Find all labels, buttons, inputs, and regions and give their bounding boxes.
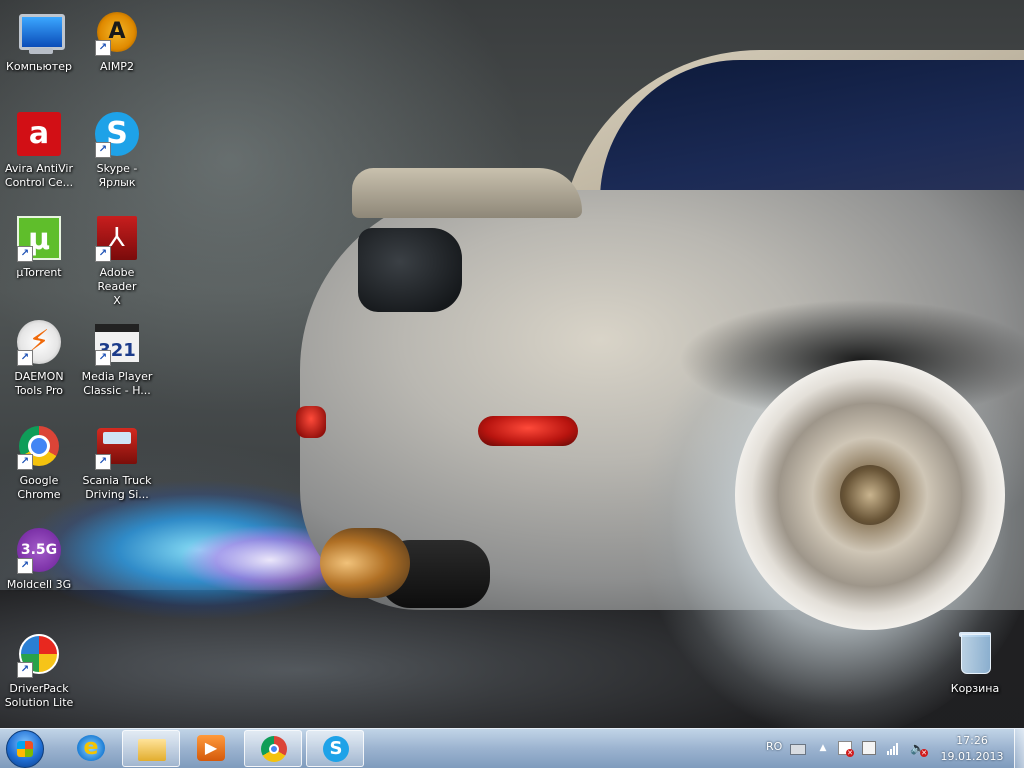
taskbar: e ▶ S RO ▲ ✕ 🔈 ✕ 17:26 19.01.2013 [0, 728, 1024, 768]
network-signal-icon[interactable] [886, 741, 900, 755]
clock-time: 17:26 [956, 734, 988, 747]
folder-icon [138, 739, 166, 761]
desktop-icon-google-chrome[interactable]: ↗ Google Chrome [1, 422, 77, 502]
start-button[interactable] [6, 730, 44, 768]
desktop-icon-adobe-reader[interactable]: ⅄ ↗ Adobe Reader X [79, 214, 155, 308]
scania-truck-icon: ↗ [93, 422, 141, 470]
internet-explorer-icon: e [77, 735, 105, 761]
wallpaper-car-spoiler [352, 168, 582, 218]
aimp-icon: A ↗ [93, 8, 141, 56]
wallpaper-car-side-marker [478, 416, 578, 446]
chrome-icon [261, 736, 287, 762]
skype-icon: S [323, 736, 349, 762]
desktop-icon-label: µTorrent [16, 266, 62, 279]
skype-icon: S ↗ [93, 110, 141, 158]
desktop-icon-label: Avira AntiVir Control Ce... [4, 162, 74, 189]
desktop-icon-utorrent[interactable]: µ ↗ µTorrent [1, 214, 77, 280]
wallpaper-wheel-hub [840, 465, 900, 525]
muted-badge-icon: ✕ [920, 749, 928, 757]
wallpaper-car-rear-marker [296, 406, 326, 438]
taskbar-button-windows-explorer[interactable] [122, 730, 180, 767]
taskbar-button-skype[interactable]: S [306, 730, 364, 767]
adobe-reader-icon: ⅄ ↗ [93, 214, 141, 262]
recycle-bin-icon [951, 630, 999, 678]
desktop-icon-label: DriverPack Solution Lite [4, 682, 74, 709]
show-hidden-icons-button[interactable]: ▲ [816, 741, 830, 755]
shortcut-arrow-icon: ↗ [17, 246, 33, 262]
desktop-icon-recycle-bin[interactable]: Корзина [937, 630, 1013, 696]
desktop-icon-media-player-classic[interactable]: 321 ↗ Media Player Classic - H... [79, 318, 155, 398]
shortcut-arrow-icon: ↗ [17, 350, 33, 366]
desktop-icon-aimp2[interactable]: A ↗ AIMP2 [79, 8, 155, 74]
shortcut-arrow-icon: ↗ [95, 40, 111, 56]
daemon-tools-icon: ⚡ ↗ [15, 318, 63, 366]
desktop-icon-label: Google Chrome [17, 474, 61, 501]
desktop-icon-label: Adobe Reader X [97, 266, 137, 307]
taskbar-button-media-player[interactable]: ▶ [182, 730, 240, 767]
desktop-icon-daemon-tools[interactable]: ⚡ ↗ DAEMON Tools Pro [1, 318, 77, 398]
desktop-icon-label: Moldcell 3G [6, 578, 72, 591]
action-center-icon[interactable]: ✕ [838, 741, 854, 757]
desktop-icon-label: AIMP2 [100, 60, 134, 73]
wallpaper-car-taillight [358, 228, 462, 312]
desktop-icon-skype[interactable]: S ↗ Skype - Ярлык [79, 110, 155, 190]
language-indicator[interactable]: RO [766, 740, 782, 753]
computer-icon [15, 8, 65, 56]
desktop-icon-label: Компьютер [6, 60, 72, 73]
keyboard-icon[interactable] [790, 744, 806, 755]
clock-date: 19.01.2013 [940, 750, 1004, 763]
shortcut-arrow-icon: ↗ [95, 350, 111, 366]
media-player-icon: ▶ [197, 735, 225, 761]
driverpack-icon: ↗ [15, 630, 63, 678]
chrome-icon: ↗ [15, 422, 63, 470]
shortcut-arrow-icon: ↗ [95, 454, 111, 470]
error-badge-icon: ✕ [846, 749, 854, 757]
moldcell-icon: 3.5G ↗ [15, 526, 63, 574]
utorrent-icon: µ ↗ [15, 214, 63, 262]
desktop-icon-label: Корзина [950, 682, 1000, 695]
desktop-icon-moldcell-3g[interactable]: 3.5G ↗ Moldcell 3G [1, 526, 77, 592]
desktop-icon-avira[interactable]: a Avira AntiVir Control Ce... [1, 110, 77, 190]
show-desktop-button[interactable] [1014, 729, 1024, 768]
windows-logo-icon [17, 741, 33, 757]
desktop-icon-label: Scania Truck Driving Si... [82, 474, 152, 501]
desktop-icon-driverpack[interactable]: ↗ DriverPack Solution Lite [1, 630, 77, 710]
shortcut-arrow-icon: ↗ [95, 142, 111, 158]
shortcut-arrow-icon: ↗ [95, 246, 111, 262]
shortcut-arrow-icon: ↗ [17, 662, 33, 678]
desktop-icon-scania-truck[interactable]: ↗ Scania Truck Driving Si... [79, 422, 155, 502]
avira-icon: a [15, 110, 63, 158]
volume-muted-icon[interactable]: 🔈 ✕ [910, 741, 928, 757]
media-player-classic-icon: 321 ↗ [93, 318, 141, 366]
power-icon[interactable] [862, 741, 876, 755]
shortcut-arrow-icon: ↗ [17, 558, 33, 574]
desktop-icon-label: DAEMON Tools Pro [14, 370, 64, 397]
desktop-icon-label: Skype - Ярлык [96, 162, 138, 189]
desktop-icon-label: Media Player Classic - H... [81, 370, 153, 397]
taskbar-button-internet-explorer[interactable]: e [62, 730, 120, 767]
desktop-icon-computer[interactable]: Компьютер [1, 8, 77, 74]
shortcut-arrow-icon: ↗ [17, 454, 33, 470]
desktop[interactable]: Компьютер a Avira AntiVir Control Ce... … [0, 0, 1024, 728]
wallpaper-car-exhaust-tip [320, 528, 410, 598]
taskbar-button-google-chrome[interactable] [244, 730, 302, 767]
system-clock[interactable]: 17:26 19.01.2013 [934, 733, 1010, 765]
